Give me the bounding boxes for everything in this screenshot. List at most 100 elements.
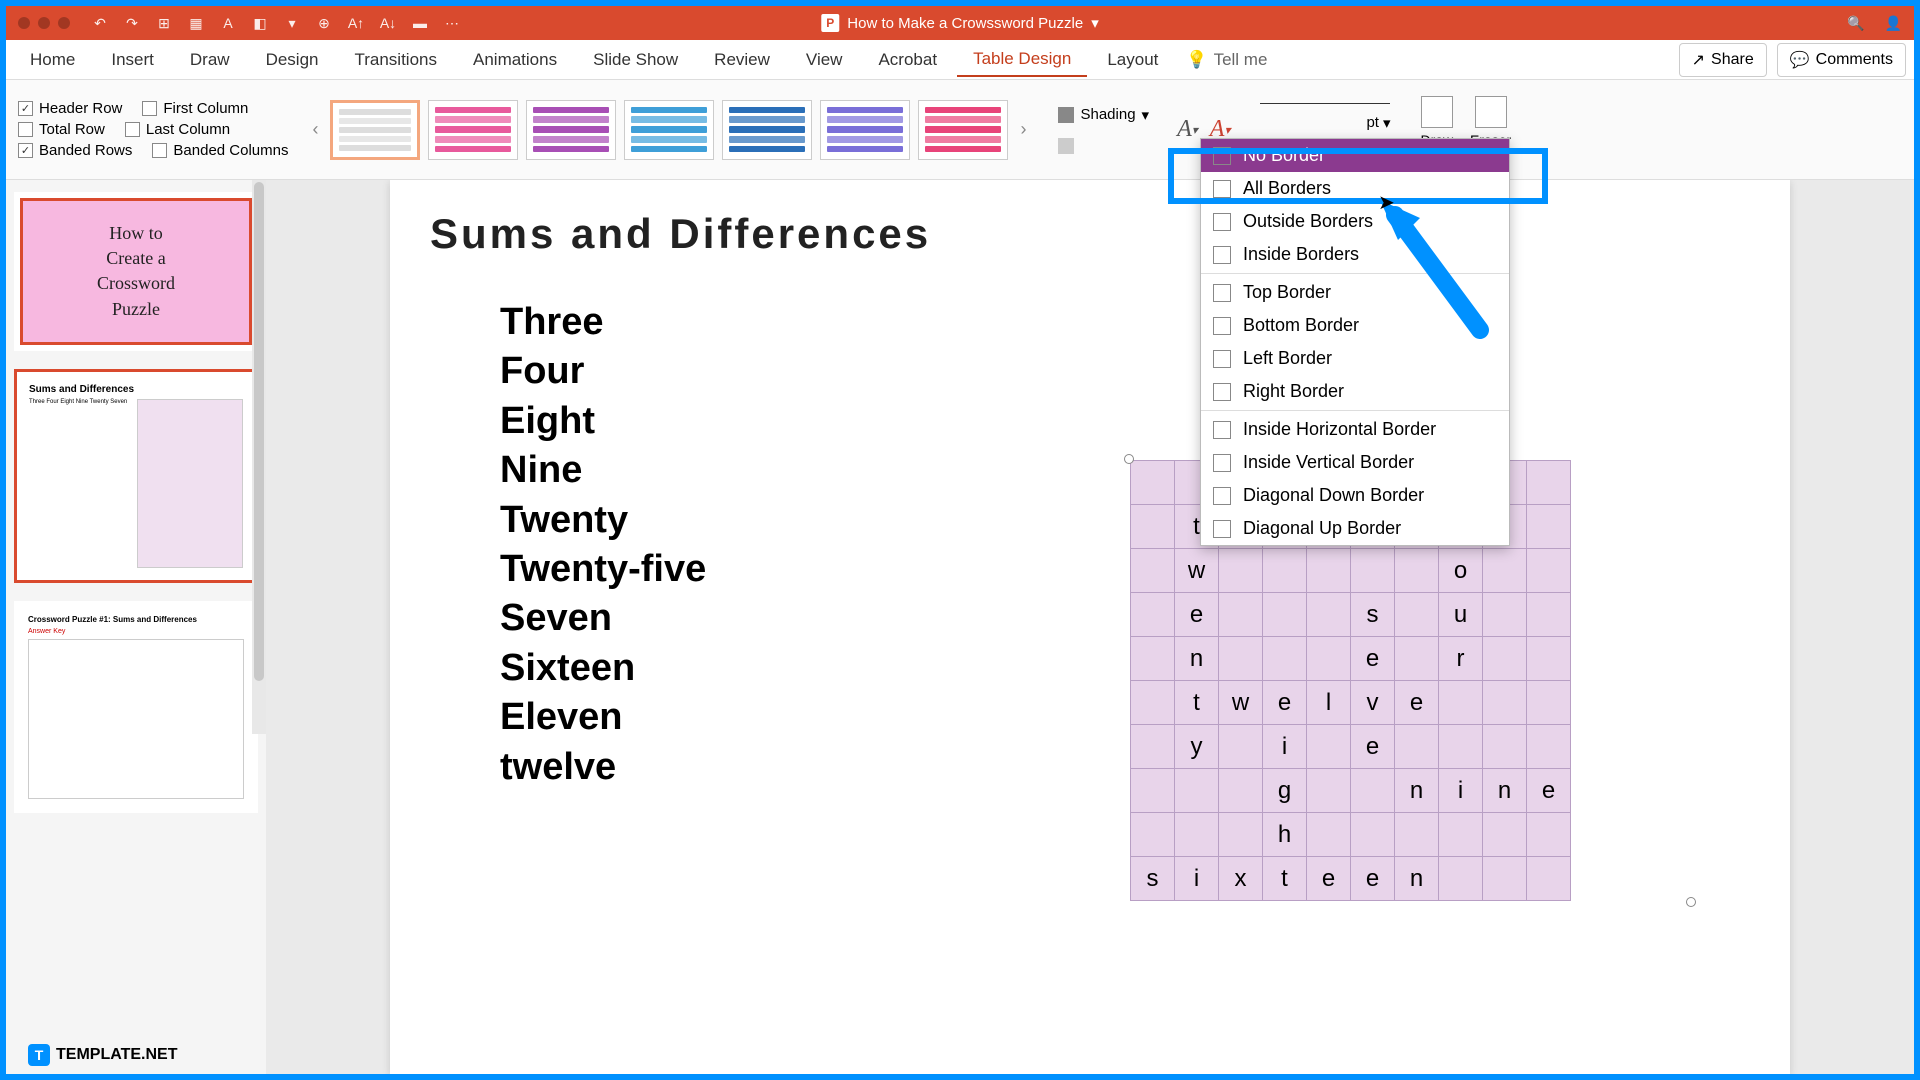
title-chevron-icon[interactable]: ▾	[1091, 14, 1099, 32]
selection-handle[interactable]	[1124, 454, 1134, 464]
border-type-icon	[1213, 520, 1231, 538]
table-style-1[interactable]	[428, 100, 518, 160]
selection-handle[interactable]	[1686, 897, 1696, 907]
banded-rows-checkbox[interactable]: Banded Rows	[18, 142, 132, 159]
app-icon: P	[821, 14, 839, 32]
slide-thumb-2[interactable]: Sums and Differences Three Four Eight Ni…	[14, 369, 258, 583]
border-type-icon	[1213, 383, 1231, 401]
chevron-down-icon[interactable]: ▾	[282, 13, 302, 33]
annotation-arrow-icon	[1380, 200, 1500, 340]
shading-dropdown[interactable]: Shading ▾	[1050, 103, 1157, 127]
title-right-controls: 🔍 👤	[1847, 15, 1902, 32]
image-icon[interactable]: ▦	[186, 13, 206, 33]
last-column-checkbox[interactable]: Last Column	[125, 121, 230, 138]
window-controls	[18, 17, 70, 29]
table-style-3[interactable]	[624, 100, 714, 160]
watermark-icon: T	[28, 1044, 50, 1066]
table-style-0[interactable]	[330, 100, 420, 160]
quick-access-toolbar: ↶ ↷ ⊞ ▦ A ◧ ▾ ⊕ A↑ A↓ ▬ ⋯	[90, 13, 462, 33]
tab-animations[interactable]: Animations	[457, 44, 573, 76]
border-type-icon	[1213, 487, 1231, 505]
banded-columns-checkbox[interactable]: Banded Columns	[152, 142, 288, 159]
watermark: T TEMPLATE.NET	[28, 1044, 177, 1066]
table-styles-gallery: ‹ ›	[308, 100, 1030, 160]
close-window[interactable]	[18, 17, 30, 29]
border-type-icon	[1213, 317, 1231, 335]
header-row-checkbox[interactable]: Header Row	[18, 100, 122, 117]
border-option-inside-horizontal-border[interactable]: Inside Horizontal Border	[1201, 413, 1509, 446]
thumbnails-scrollbar[interactable]	[252, 180, 266, 734]
bulb-icon: 💡	[1186, 50, 1207, 70]
total-row-checkbox[interactable]: Total Row	[18, 121, 105, 138]
font-grow-icon[interactable]: A↑	[346, 13, 366, 33]
undo-icon[interactable]: ↶	[90, 13, 110, 33]
tab-slideshow[interactable]: Slide Show	[577, 44, 694, 76]
highlight-icon[interactable]: ▬	[410, 13, 430, 33]
border-type-icon	[1213, 284, 1231, 302]
slide-thumb-1[interactable]: How to Create a Crossword Puzzle	[14, 192, 258, 351]
search-icon[interactable]: 🔍	[1847, 15, 1864, 32]
border-type-icon	[1213, 180, 1231, 198]
user-icon[interactable]: 👤	[1885, 15, 1902, 32]
font-shrink-icon[interactable]: A↓	[378, 13, 398, 33]
table-style-5[interactable]	[820, 100, 910, 160]
insert-icon[interactable]: ⊞	[154, 13, 174, 33]
table-style-2[interactable]	[526, 100, 616, 160]
tab-design[interactable]: Design	[250, 44, 335, 76]
tell-me-search[interactable]: 💡 Tell me	[1186, 50, 1267, 70]
tab-view[interactable]: View	[790, 44, 859, 76]
border-option-diagonal-up-border[interactable]: Diagonal Up Border	[1201, 512, 1509, 545]
wordart-quick-styles[interactable]: A▾	[1177, 116, 1198, 143]
comment-icon: 💬	[1790, 50, 1810, 70]
table-style-4[interactable]	[722, 100, 812, 160]
document-title: P How to Make a Crowssword Puzzle ▾	[821, 14, 1098, 32]
slide-thumbnails-panel: How to Create a Crossword Puzzle Sums an…	[6, 180, 266, 1074]
draw-table-icon	[1421, 96, 1453, 128]
tab-draw[interactable]: Draw	[174, 44, 246, 76]
tab-layout[interactable]: Layout	[1091, 44, 1174, 76]
first-column-checkbox[interactable]: First Column	[142, 100, 248, 117]
border-type-icon	[1213, 147, 1231, 165]
maximize-window[interactable]	[58, 17, 70, 29]
slide-title-text[interactable]: Sums and Differences	[430, 210, 1750, 258]
tab-home[interactable]: Home	[14, 44, 91, 76]
redo-icon[interactable]: ↷	[122, 13, 142, 33]
table-style-options: Header Row First Column Total Row Last C…	[18, 100, 288, 159]
text-icon[interactable]: A	[218, 13, 238, 33]
shape-icon[interactable]: ◧	[250, 13, 270, 33]
tab-insert[interactable]: Insert	[95, 44, 170, 76]
tab-transitions[interactable]: Transitions	[338, 44, 453, 76]
slide-editor: Sums and Differences ThreeFourEightNineT…	[266, 180, 1914, 1074]
border-option-no-border[interactable]: No Border	[1201, 139, 1509, 172]
styles-next-icon[interactable]: ›	[1016, 119, 1030, 140]
border-type-icon	[1213, 213, 1231, 231]
current-slide[interactable]: Sums and Differences ThreeFourEightNineT…	[390, 180, 1790, 1074]
comments-button[interactable]: 💬 Comments	[1777, 43, 1906, 77]
border-option-left-border[interactable]: Left Border	[1201, 342, 1509, 375]
title-text: How to Make a Crowssword Puzzle	[847, 15, 1083, 32]
zoom-icon[interactable]: ⊕	[314, 13, 334, 33]
border-option-right-border[interactable]: Right Border	[1201, 375, 1509, 408]
styles-prev-icon[interactable]: ‹	[308, 119, 322, 140]
tab-table-design[interactable]: Table Design	[957, 43, 1087, 77]
borders-icon	[1058, 138, 1074, 154]
border-type-icon	[1213, 350, 1231, 368]
main-area: How to Create a Crossword Puzzle Sums an…	[6, 180, 1914, 1074]
more-icon[interactable]: ⋯	[442, 13, 462, 33]
mouse-cursor-icon: ➤	[1378, 190, 1395, 215]
title-bar: ↶ ↷ ⊞ ▦ A ◧ ▾ ⊕ A↑ A↓ ▬ ⋯ P How to Make …	[6, 6, 1914, 40]
slide-thumb-3[interactable]: Crossword Puzzle #1: Sums and Difference…	[14, 601, 258, 813]
pen-style-line[interactable]	[1260, 103, 1390, 108]
share-icon: ↗	[1692, 50, 1705, 70]
border-option-inside-vertical-border[interactable]: Inside Vertical Border	[1201, 446, 1509, 479]
table-style-6[interactable]	[918, 100, 1008, 160]
tab-acrobat[interactable]: Acrobat	[862, 44, 953, 76]
ribbon-tabs: Home Insert Draw Design Transitions Anim…	[6, 40, 1914, 80]
tab-review[interactable]: Review	[698, 44, 786, 76]
borders-dropdown-button[interactable]	[1050, 135, 1157, 157]
minimize-window[interactable]	[38, 17, 50, 29]
paint-bucket-icon	[1058, 107, 1074, 123]
share-button[interactable]: ↗ Share	[1679, 43, 1767, 77]
pen-weight[interactable]: pt▾	[1260, 114, 1390, 132]
border-option-diagonal-down-border[interactable]: Diagonal Down Border	[1201, 479, 1509, 512]
